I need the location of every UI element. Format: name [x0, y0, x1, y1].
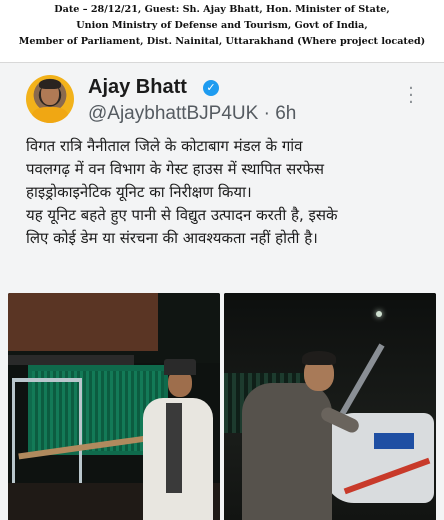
tent-edge [8, 355, 134, 365]
tweet-line: विगत रात्रि नैनीताल जिले के कोटाबाग मंडल… [26, 137, 303, 155]
tweet-photo-left[interactable] [8, 293, 220, 520]
avatar[interactable] [26, 75, 74, 123]
tent-roof [8, 293, 158, 351]
caption-line-3: Member of Parliament, Dist. Nainital, Ut… [18, 36, 426, 47]
metal-frame [12, 378, 82, 498]
post-time[interactable]: 6h [275, 103, 296, 124]
person-cap [164, 359, 196, 375]
more-options-icon[interactable]: · · · [405, 80, 417, 112]
verified-badge-icon: ✓ [203, 80, 219, 96]
separator-dot: · [263, 103, 270, 124]
caption-line-1: Date – 28/12/21, Guest: Sh. Ajay Bhatt, … [54, 4, 390, 15]
avatar-hair [39, 79, 61, 89]
tweet-text: विगत रात्रि नैनीताल जिले के कोटाबाग मंडल… [26, 135, 426, 250]
tweet-line: यह यूनिट बहते हुए पानी से विद्युत उत्पाद… [26, 206, 338, 224]
person-hair [302, 351, 336, 365]
tweet-photo-right[interactable] [224, 293, 436, 520]
avatar-body [32, 107, 68, 123]
tweet-line: हाइड्रोकाइनेटिक यूनिट का निरीक्षण किया। [26, 183, 252, 201]
person-scarf [166, 403, 182, 493]
user-handle[interactable]: @AjaybhattBJP4UK [88, 103, 258, 124]
document-caption: Date – 28/12/21, Guest: Sh. Ajay Bhatt, … [0, 0, 444, 60]
caption-line-2: Union Ministry of Defense and Tourism, G… [76, 20, 368, 31]
tweet-line: पवलगढ़ में वन विभाग के गेस्ट हाउस में स्… [26, 160, 325, 178]
handle-row: @AjaybhattBJP4UK · 6h [88, 103, 296, 125]
night-light [376, 311, 382, 317]
tweet-card: Ajay Bhatt ✓ @AjaybhattBJP4UK · 6h · · · व… [0, 62, 444, 520]
person-body [242, 383, 332, 520]
turbine-label [374, 433, 414, 449]
display-name[interactable]: Ajay Bhatt [88, 76, 187, 99]
tweet-line: लिए कोई डेम या संरचना की आवश्यकता नहीं ह… [26, 229, 318, 247]
